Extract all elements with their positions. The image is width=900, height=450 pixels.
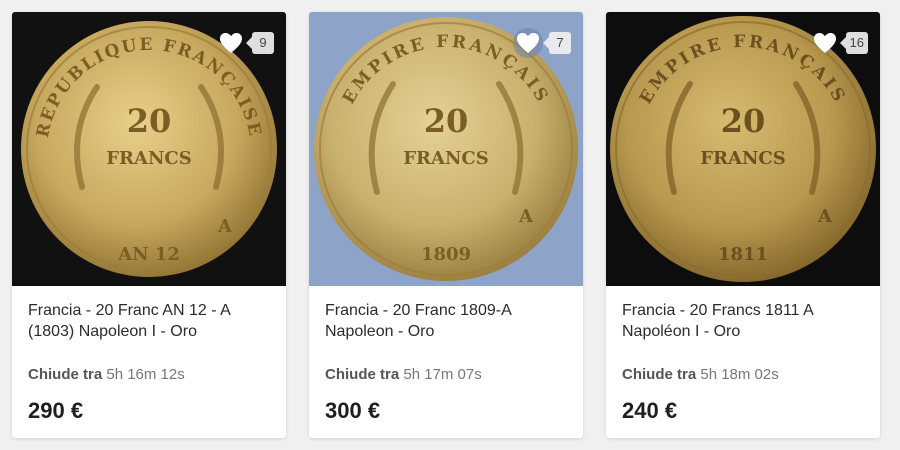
coin-unit: FRANCS (106, 148, 191, 169)
lot-price: 300 € (325, 398, 381, 423)
coin-denomination: 20 (721, 102, 766, 140)
lot-card[interactable]: EMPIRE FRANÇAIS 20 FRANCS 1811 A 16 Fran… (606, 12, 880, 438)
lot-image[interactable]: EMPIRE FRANÇAIS 20 FRANCS 1809 A 7 (309, 12, 583, 286)
coin-unit: FRANCS (700, 148, 785, 169)
coin-mint-mark: A (217, 216, 233, 237)
heart-icon[interactable] (513, 28, 543, 58)
lot-title[interactable]: Francia - 20 Francs 1811 A Napoléon I - … (622, 300, 864, 344)
coin-unit: FRANCS (403, 148, 488, 169)
lot-title[interactable]: Francia - 20 Franc 1809-A Napoleon - Oro (325, 300, 567, 344)
lot-title[interactable]: Francia - 20 Franc AN 12 - A (1803) Napo… (28, 300, 270, 344)
time-remaining: Chiude tra 5h 18m 02s (622, 366, 864, 383)
coin-denomination: 20 (127, 102, 172, 140)
heart-icon[interactable] (216, 28, 246, 58)
time-remaining-value: 5h 16m 12s (106, 366, 185, 383)
favorite-control[interactable]: 7 (513, 28, 571, 58)
lot-image[interactable]: EMPIRE FRANÇAIS 20 FRANCS 1811 A 16 (606, 12, 880, 286)
coin-year: 1809 (421, 244, 471, 265)
time-remaining-label: Chiude tra (28, 366, 103, 383)
coin-denomination: 20 (424, 102, 469, 140)
coin-year: 1811 (718, 244, 768, 265)
favorite-count: 7 (543, 32, 571, 54)
favorite-count: 9 (246, 32, 274, 54)
time-remaining-label: Chiude tra (622, 366, 697, 383)
lot-card[interactable]: REPUBLIQUE FRANÇAISE 20 FRANCS AN 12 A 9… (12, 12, 286, 438)
time-remaining: Chiude tra 5h 17m 07s (325, 366, 567, 383)
lot-price: 240 € (622, 398, 678, 423)
coin-mint-mark: A (518, 206, 534, 227)
coin-mint-mark: A (817, 206, 833, 227)
lot-card[interactable]: EMPIRE FRANÇAIS 20 FRANCS 1809 A 7 Franc… (309, 12, 583, 438)
coin-year: AN 12 (117, 244, 180, 265)
time-remaining-label: Chiude tra (325, 366, 400, 383)
favorite-control[interactable]: 16 (810, 28, 868, 58)
lot-image[interactable]: REPUBLIQUE FRANÇAISE 20 FRANCS AN 12 A 9 (12, 12, 286, 286)
lot-grid: REPUBLIQUE FRANÇAISE 20 FRANCS AN 12 A 9… (0, 0, 900, 450)
time-remaining-value: 5h 18m 02s (700, 366, 779, 383)
favorite-control[interactable]: 9 (216, 28, 274, 58)
lot-price: 290 € (28, 398, 84, 423)
heart-icon[interactable] (810, 28, 840, 58)
time-remaining-value: 5h 17m 07s (403, 366, 482, 383)
favorite-count: 16 (839, 32, 868, 54)
time-remaining: Chiude tra 5h 16m 12s (28, 366, 270, 383)
